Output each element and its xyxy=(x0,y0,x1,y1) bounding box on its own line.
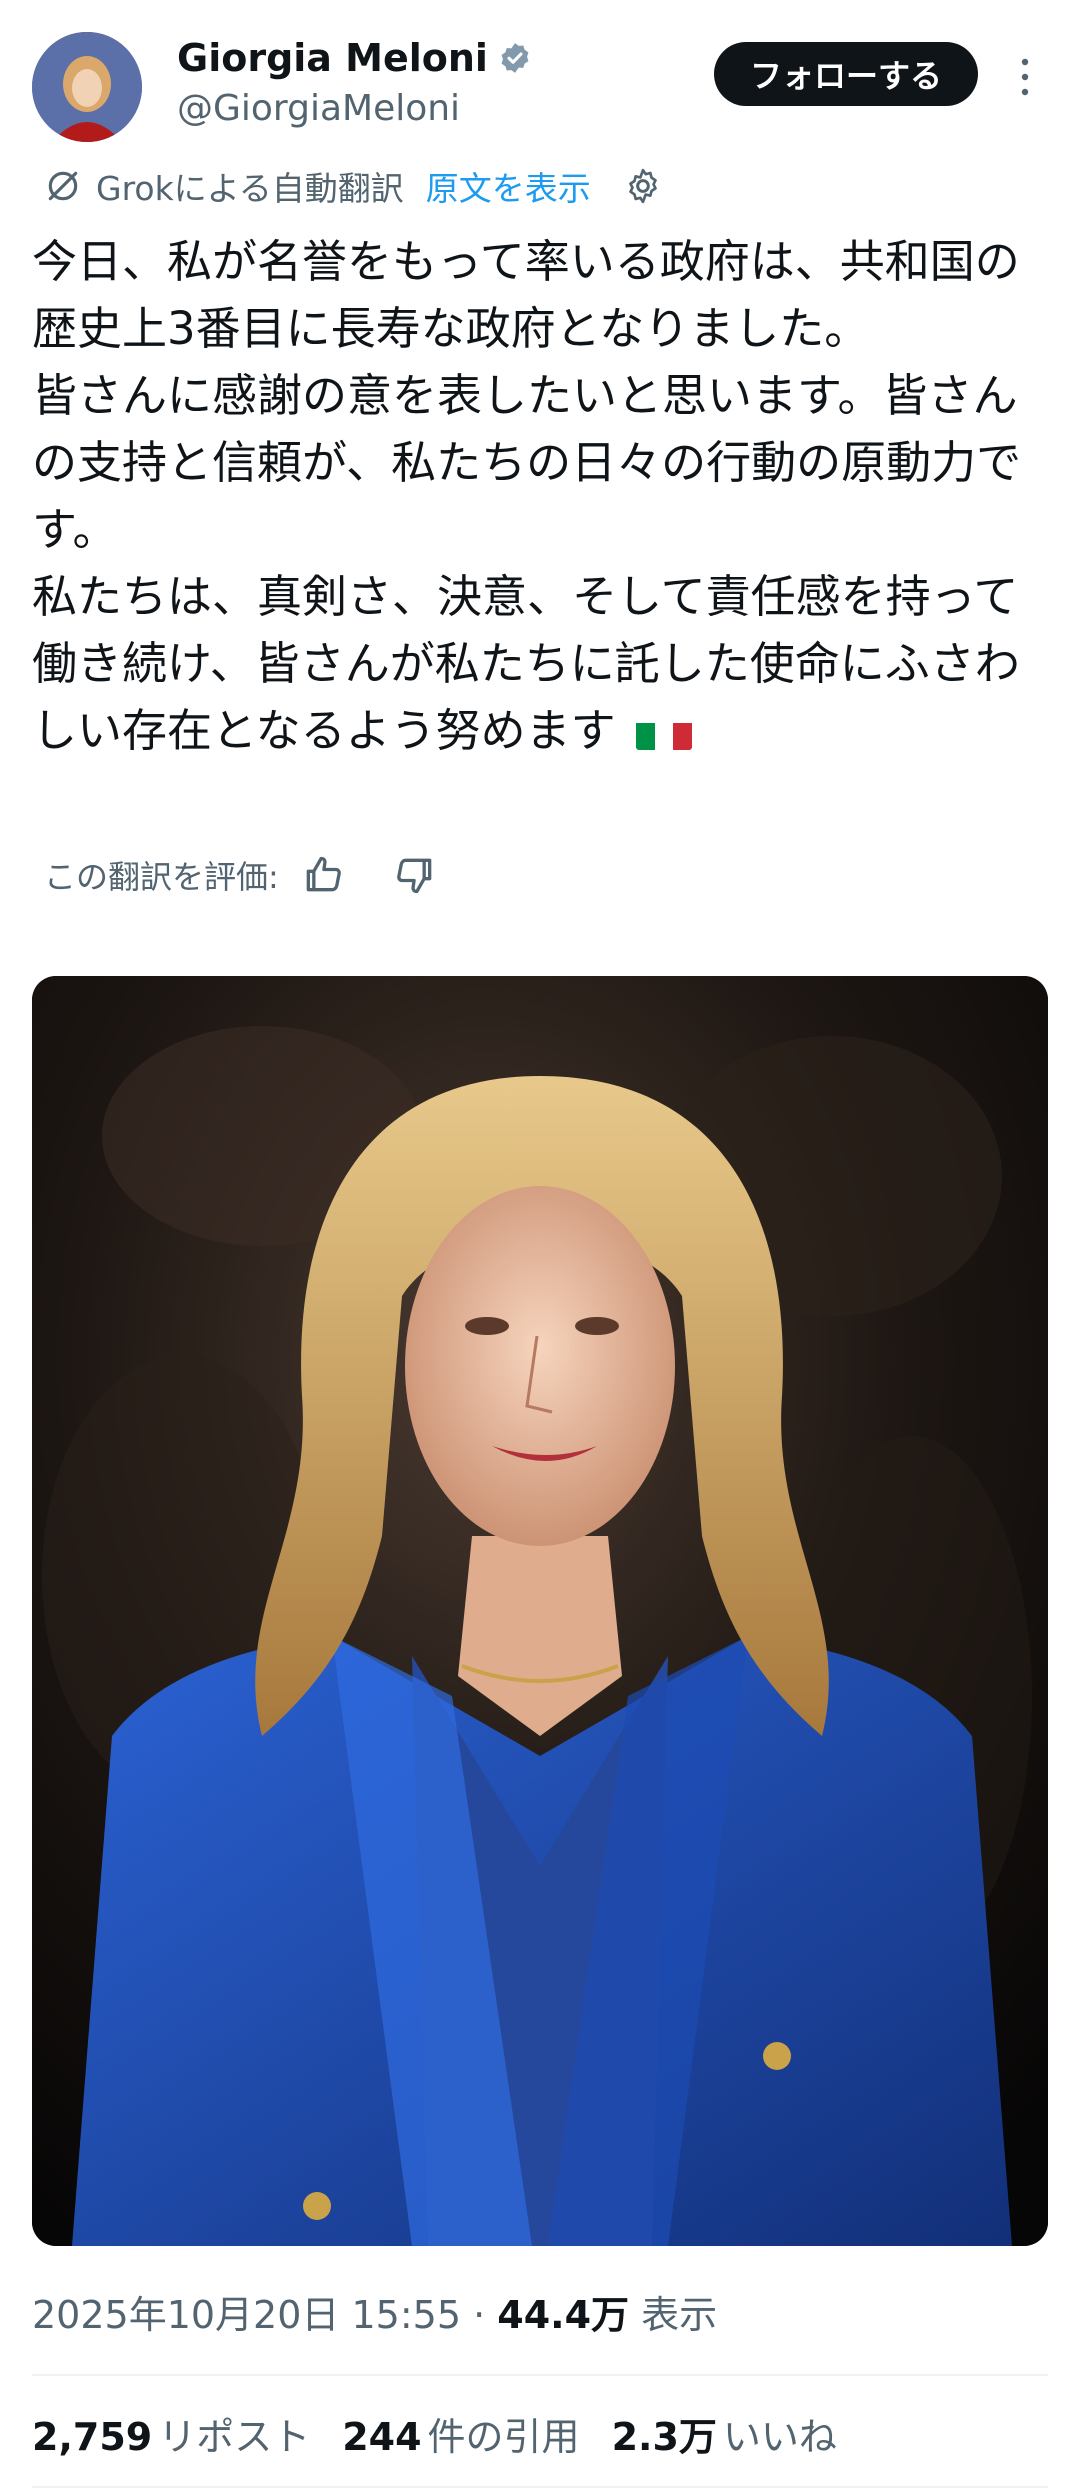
reposts-count: 2,759 xyxy=(32,2415,153,2459)
follow-button[interactable]: フォローする xyxy=(713,42,978,106)
gear-icon[interactable] xyxy=(623,166,663,206)
translation-label: Grokによる自動翻訳 xyxy=(96,169,404,208)
quotes-count: 244 xyxy=(342,2415,422,2459)
tweet-text: 今日、私が名誉をもって率いる政府は、共和国の歴史上3番目に長寿な政府となりました… xyxy=(32,228,1048,764)
tweet-body: 今日、私が名誉をもって率いる政府は、共和国の歴史上3番目に長寿な政府となりました… xyxy=(32,235,1022,757)
views-count: 44.4万 xyxy=(497,2293,630,2337)
meta-separator: · xyxy=(473,2293,486,2337)
italy-flag-emoji xyxy=(635,712,692,750)
quotes-stat[interactable]: 244 件の引用 xyxy=(342,2406,579,2461)
tweet-header: Giorgia Meloni @GiorgiaMeloni フォローする xyxy=(32,32,1048,142)
reposts-stat[interactable]: 2,759 リポスト xyxy=(32,2406,310,2461)
rate-translation: この翻訳を評価: xyxy=(44,852,437,898)
show-original-link[interactable]: 原文を表示 xyxy=(426,162,591,210)
likes-count: 2.3万 xyxy=(611,2415,717,2459)
translation-bar: Grokによる自動翻訳 原文を表示 xyxy=(44,162,663,210)
divider xyxy=(32,2374,1048,2376)
views-label: 表示 xyxy=(641,2293,718,2337)
tweet-meta: 2025年10月20日 15:55 · 44.4万 表示 xyxy=(32,2284,717,2339)
avatar[interactable] xyxy=(32,32,142,142)
author-handle[interactable]: @GiorgiaMeloni xyxy=(177,88,460,129)
rate-label: この翻訳を評価: xyxy=(44,858,279,896)
thumbs-down-icon[interactable] xyxy=(393,853,437,897)
verified-badge-icon xyxy=(501,43,529,73)
likes-stat[interactable]: 2.3万 いいね xyxy=(612,2406,837,2461)
grok-icon xyxy=(48,171,78,201)
engagement-stats: 2,759 リポスト 244 件の引用 2.3万 いいね xyxy=(32,2406,837,2461)
likes-label: いいね xyxy=(722,2415,837,2459)
timestamp[interactable]: 2025年10月20日 15:55 xyxy=(32,2293,461,2337)
divider xyxy=(32,2486,1048,2488)
tweet-photo[interactable] xyxy=(32,976,1048,2246)
author-name[interactable]: Giorgia Meloni xyxy=(177,36,488,80)
portrait-image xyxy=(32,976,1048,2246)
thumbs-up-icon[interactable] xyxy=(301,853,345,897)
more-options-icon[interactable] xyxy=(1010,52,1040,102)
reposts-label: リポスト xyxy=(158,2415,311,2459)
quotes-label: 件の引用 xyxy=(427,2415,580,2459)
